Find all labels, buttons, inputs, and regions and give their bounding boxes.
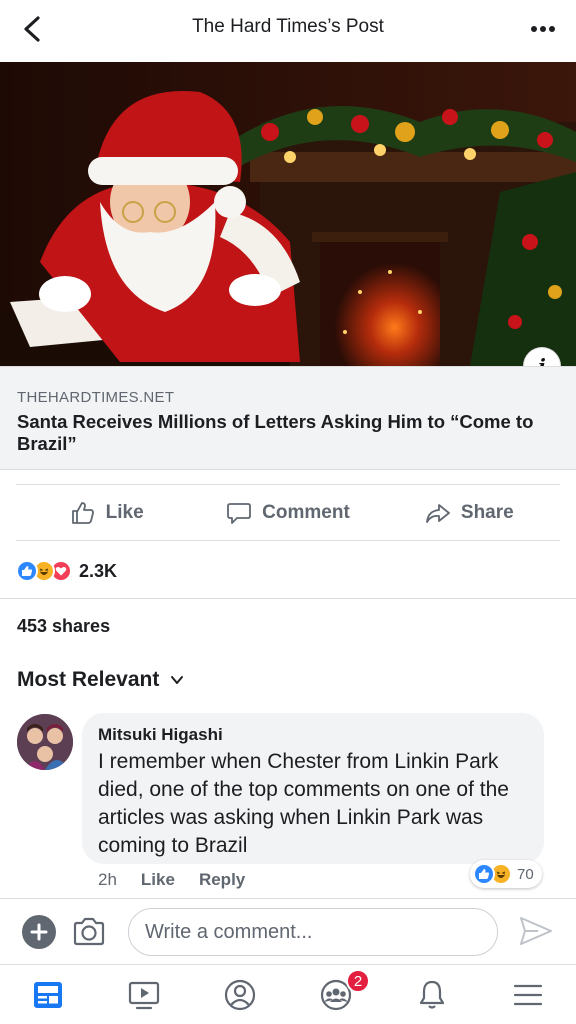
reaction-count: 2.3K (79, 560, 118, 581)
menu-icon (513, 984, 543, 1005)
comments-filter-label: Most Relevant (17, 668, 160, 691)
avatar[interactable] (17, 714, 73, 770)
nav-menu[interactable] (480, 965, 576, 1024)
notifications-icon (419, 980, 445, 1009)
reactions-summary[interactable]: 2.3K (16, 556, 117, 586)
link-title[interactable]: Santa Receives Millions of Letters Askin… (17, 411, 547, 455)
groups-notification-badge: 2 (346, 969, 370, 993)
comment-reply-button[interactable]: Reply (199, 870, 245, 890)
bottom-navigation: 2 (0, 964, 576, 1024)
post-header: The Hard Times’s Post (0, 0, 576, 58)
nav-notifications[interactable] (384, 965, 480, 1024)
add-attachment-button[interactable] (22, 915, 56, 949)
nav-news-feed[interactable] (0, 965, 96, 1024)
comment-like-button[interactable]: Like (141, 870, 175, 890)
comment-button[interactable]: Comment (197, 486, 378, 540)
divider (16, 484, 560, 485)
share-button[interactable]: Share (379, 486, 560, 540)
nav-profile[interactable] (192, 965, 288, 1024)
like-icon (473, 863, 495, 885)
comment-label: Comment (262, 502, 350, 523)
watch-icon (128, 981, 160, 1009)
like-button[interactable]: Like (16, 486, 197, 540)
santa-image (0, 62, 576, 366)
send-icon[interactable] (518, 913, 554, 949)
profile-icon (224, 979, 256, 1010)
article-image[interactable] (0, 62, 576, 366)
divider (16, 540, 560, 541)
comment-time: 2h (98, 870, 117, 889)
like-icon (16, 560, 38, 582)
shares-count[interactable]: 453 shares (17, 616, 110, 637)
comment-icon (227, 503, 252, 524)
nav-groups[interactable]: 2 (288, 965, 384, 1024)
comments-filter[interactable]: Most Relevant (17, 668, 185, 692)
news-feed-icon (34, 981, 62, 1008)
comment-bubble: Mitsuki Higashi I remember when Chester … (82, 713, 544, 864)
page-title: The Hard Times’s Post (192, 16, 384, 37)
comment-text: I remember when Chester from Linkin Park… (98, 750, 509, 857)
comment-reaction-count: 70 (517, 865, 534, 883)
comment-composer (0, 898, 576, 964)
comment-reactions[interactable]: 70 (470, 860, 542, 888)
nav-watch[interactable] (96, 965, 192, 1024)
post-actions: Like Comment Share (16, 486, 560, 540)
comment-author[interactable]: Mitsuki Higashi (98, 725, 223, 745)
share-label: Share (460, 502, 514, 523)
chevron-down-icon (171, 676, 184, 684)
more-options-icon[interactable] (528, 16, 558, 42)
camera-icon[interactable] (72, 915, 106, 949)
share-icon (426, 504, 450, 523)
thumbs-up-icon (71, 502, 94, 524)
comment-meta: 2h Like Reply (98, 870, 245, 890)
divider (0, 598, 576, 599)
comment-input[interactable] (128, 908, 498, 956)
link-domain: THEHARDTIMES.NET (17, 389, 175, 406)
plus-icon (30, 923, 48, 941)
link-preview[interactable]: THEHARDTIMES.NET Santa Receives Millions… (0, 366, 576, 470)
like-label: Like (105, 502, 144, 523)
